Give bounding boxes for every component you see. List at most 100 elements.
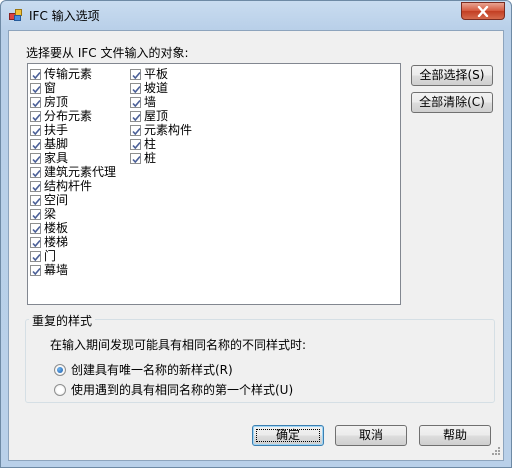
help-button[interactable]: 帮助 [419,425,491,446]
checkbox-checked[interactable] [30,208,41,220]
checkbox-checked[interactable] [130,96,141,108]
checklist-item[interactable]: 窗 [30,81,116,95]
checkmark-icon [32,99,41,107]
checklist-item-label: 元素构件 [144,123,193,137]
checklist-item[interactable]: 传输元素 [30,67,116,81]
checkmark-icon [32,127,41,135]
checkmark-icon [32,253,41,261]
checklist-item-label: 桩 [144,151,157,165]
checklist-item-label: 楼板 [44,221,69,235]
checkmark-icon [32,239,41,247]
checkbox-checked[interactable] [30,124,41,136]
checklist-item-label: 平板 [144,67,169,81]
checkmark-icon [132,155,141,163]
checklist-item-label: 传输元素 [44,67,93,81]
checkbox-checked[interactable] [30,222,41,234]
checkbox-checked[interactable] [130,138,141,150]
checklist-item-label: 扶手 [44,123,69,137]
checkbox-checked[interactable] [30,250,41,262]
checklist-item[interactable]: 扶手 [30,123,116,137]
checklist-item[interactable]: 楼梯 [30,235,116,249]
radio-label: 创建具有唯一名称的新样式(R) [71,363,233,377]
checklist-item-label: 门 [44,249,57,263]
checkbox-checked[interactable] [130,152,141,164]
focus-rectangle [256,429,320,442]
objects-checklist[interactable]: 传输元素窗房顶 分布元素 扶手 基脚 家具 建筑元素代理 结构杆件 空间梁楼板 楼梯门幕墙 平板… [27,63,401,305]
checkmark-icon [32,71,41,79]
checkmark-icon [132,71,141,79]
checkbox-checked[interactable] [30,96,41,108]
checkmark-icon [132,85,141,93]
checkbox-checked[interactable] [30,194,41,206]
checkbox-checked[interactable] [30,236,41,248]
checklist-item[interactable]: 梁 [30,207,116,221]
checklist-item-label: 房顶 [44,95,69,109]
ok-button[interactable]: 确定 [252,425,324,446]
app-icon [9,9,23,21]
checklist-item[interactable]: 门 [30,249,116,263]
close-icon [477,5,489,17]
duplicate-styles-prompt: 在输入期间发现可能具有相同名称的不同样式时: [50,338,307,352]
checkmark-icon [132,141,141,149]
checkbox-checked[interactable] [30,82,41,94]
checklist-item-label: 分布元素 [44,109,93,123]
window-title: IFC 输入选项 [29,9,100,23]
checkbox-checked[interactable] [30,68,41,80]
radio-create-unique-style[interactable]: 创建具有唯一名称的新样式(R) [54,361,233,378]
radio-use-first-style[interactable]: 使用遇到的具有相同名称的第一个样式(U) [54,381,293,398]
resize-grip[interactable] [489,446,501,458]
checkbox-checked[interactable] [30,152,41,164]
checkbox-checked[interactable] [30,166,41,178]
checklist-item[interactable]: 桩 [130,151,192,165]
checklist-item-label: 家具 [44,151,69,165]
checklist-item[interactable]: 楼板 [30,221,116,235]
checklist-column-2: 平板 坡道墙屋顶 元素构件柱桩 [130,67,192,165]
checklist-item[interactable]: 柱 [130,137,192,151]
radio-button-checked[interactable] [54,363,66,376]
checkmark-icon [132,99,141,107]
title-bar[interactable]: IFC 输入选项 [1,1,511,29]
checkbox-checked[interactable] [130,68,141,80]
checklist-item-label: 坡道 [144,81,169,95]
cancel-button[interactable]: 取消 [335,425,407,446]
checkmark-icon [32,183,41,191]
checklist-item-label: 空间 [44,193,69,207]
select-all-button[interactable]: 全部选择(S) [411,65,493,86]
checklist-item[interactable]: 墙 [130,95,192,109]
checkbox-checked[interactable] [30,110,41,122]
checklist-item[interactable]: 元素构件 [130,123,192,137]
checklist-item[interactable]: 幕墙 [30,263,116,277]
checkbox-checked[interactable] [130,82,141,94]
radio-button[interactable] [54,383,66,396]
clear-all-button[interactable]: 全部清除(C) [411,92,493,113]
checkbox-checked[interactable] [130,110,141,122]
duplicate-styles-title: 重复的样式 [29,312,96,329]
checklist-item[interactable]: 基脚 [30,137,116,151]
checkbox-checked[interactable] [130,124,141,136]
checkmark-icon [132,113,141,121]
checklist-item-label: 结构杆件 [44,179,93,193]
checklist-item[interactable]: 家具 [30,151,116,165]
close-button[interactable] [461,2,505,20]
checkmark-icon [32,197,41,205]
checkmark-icon [32,155,41,163]
checklist-item[interactable]: 平板 [130,67,192,81]
checkmark-icon [32,211,41,219]
checkbox-checked[interactable] [30,138,41,150]
checkmark-icon [132,127,141,135]
checklist-item[interactable]: 屋顶 [130,109,192,123]
checklist-item[interactable]: 空间 [30,193,116,207]
checklist-item-label: 柱 [144,137,157,151]
checkbox-checked[interactable] [30,264,41,276]
checkmark-icon [32,225,41,233]
radio-label: 使用遇到的具有相同名称的第一个样式(U) [71,383,294,397]
checklist-item[interactable]: 结构杆件 [30,179,116,193]
checklist-item[interactable]: 建筑元素代理 [30,165,116,179]
checklist-item[interactable]: 房顶 [30,95,116,109]
checklist-item-label: 幕墙 [44,263,69,277]
checklist-item[interactable]: 分布元素 [30,109,116,123]
checkmark-icon [32,85,41,93]
checkbox-checked[interactable] [30,180,41,192]
checklist-item[interactable]: 坡道 [130,81,192,95]
checklist-item-label: 基脚 [44,137,69,151]
